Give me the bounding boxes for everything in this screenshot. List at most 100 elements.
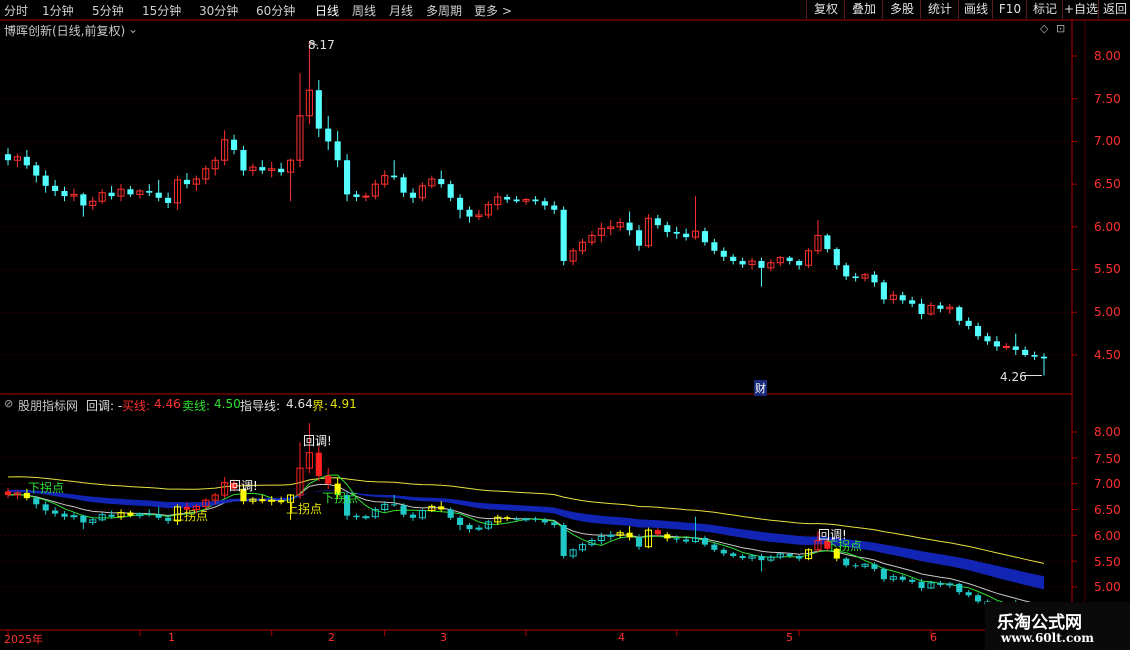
period-tab-daily[interactable]: 日线 xyxy=(315,2,339,19)
candle-body xyxy=(814,234,822,252)
candle-body xyxy=(353,515,360,518)
diamond-icon[interactable]: ◇ xyxy=(1040,22,1048,35)
down-turn-annotation: 下拐点 xyxy=(322,491,359,505)
candle-body xyxy=(165,197,172,203)
window-icon[interactable]: ⊡ xyxy=(1056,22,1065,35)
period-tab-multi[interactable]: 多周期 xyxy=(426,2,462,19)
period-tab-more[interactable]: 更多 > xyxy=(474,2,512,19)
candle-body xyxy=(711,242,718,251)
candle-body xyxy=(438,506,445,510)
candle-body xyxy=(202,168,210,180)
candle-body xyxy=(522,199,530,202)
candle-body xyxy=(683,233,690,238)
multi-stock-button[interactable]: 多股 xyxy=(882,0,921,19)
draw-line-button[interactable]: 画线 xyxy=(958,0,993,19)
candle-body xyxy=(1002,345,1010,348)
candle-body xyxy=(33,498,40,505)
candle-body xyxy=(560,209,567,262)
candle-body xyxy=(578,241,587,252)
candle-body xyxy=(889,576,897,580)
period-tab-monthly[interactable]: 月线 xyxy=(389,2,413,19)
candle-body xyxy=(937,582,944,585)
candle-body xyxy=(664,534,671,539)
x-tick-month: 2 xyxy=(328,631,335,644)
candle-body xyxy=(993,341,1000,347)
sell-line xyxy=(7,474,1045,613)
candle-body xyxy=(173,179,182,204)
candle-body xyxy=(956,307,963,321)
candle-body xyxy=(1012,346,1019,350)
candle-body xyxy=(909,579,916,582)
candle-body xyxy=(221,482,229,496)
candle-body xyxy=(381,175,389,185)
candle-body xyxy=(447,184,454,198)
candle-body xyxy=(804,250,813,266)
candle-body xyxy=(165,517,172,521)
period-tab-weekly[interactable]: 周线 xyxy=(352,2,376,19)
period-tab-60min[interactable]: 60分钟 xyxy=(256,2,295,19)
statistics-button[interactable]: 统计 xyxy=(920,0,959,19)
kline-chart[interactable] xyxy=(0,0,1130,650)
candle-body xyxy=(127,512,134,516)
period-tab-timeshare[interactable]: 分时 xyxy=(4,2,28,19)
candle-body xyxy=(720,250,727,257)
candle-body xyxy=(484,521,492,529)
candle-body xyxy=(918,581,925,589)
overlay-button[interactable]: 叠加 xyxy=(844,0,883,19)
add-watchlist-button[interactable]: +自选 xyxy=(1062,0,1099,19)
candle-body xyxy=(626,222,633,231)
candle-body xyxy=(494,516,502,523)
candle-body xyxy=(192,178,200,185)
candle-body xyxy=(428,178,436,187)
candle-body xyxy=(61,513,68,517)
back-button[interactable]: 返回 xyxy=(1098,0,1130,19)
adjust-button[interactable]: 复权 xyxy=(806,0,845,19)
candle-body xyxy=(155,192,162,198)
main-chart-title: 博晖创新(日线,前复权) xyxy=(4,24,126,38)
indicator-bound-value: 4.91 xyxy=(330,397,357,411)
candle-body xyxy=(644,529,652,548)
f10-button[interactable]: F10 xyxy=(992,0,1027,19)
candle-body xyxy=(541,519,548,523)
mark-button[interactable]: 标记 xyxy=(1026,0,1063,19)
candle-body xyxy=(278,500,285,503)
indicator-name[interactable]: 股朋指标网 xyxy=(18,397,78,414)
candle-body xyxy=(268,168,276,171)
indicator-sell-label: 卖线: xyxy=(182,399,211,413)
candle-body xyxy=(918,303,925,314)
candle-body xyxy=(221,139,229,161)
candle-body xyxy=(654,530,661,535)
period-tab-5min[interactable]: 5分钟 xyxy=(92,2,124,19)
candle-body xyxy=(362,195,370,198)
period-tab-30min[interactable]: 30分钟 xyxy=(199,2,238,19)
candle-body xyxy=(965,320,972,326)
up-turn-annotation: 上拐点 xyxy=(172,509,209,523)
period-tab-1min[interactable]: 1分钟 xyxy=(42,2,74,19)
x-tick-month: 6 xyxy=(930,631,937,644)
down-turn-annotation: 下拐点 xyxy=(826,539,863,553)
candle-body xyxy=(249,498,257,502)
candle-body xyxy=(975,595,982,602)
candle-body xyxy=(494,196,502,206)
candle-body xyxy=(1040,356,1048,359)
candle-body xyxy=(852,276,859,279)
indicator-sell-value: 4.50 xyxy=(214,397,241,411)
candle-body xyxy=(833,249,840,266)
title-dropdown-icon[interactable]: ⌄ xyxy=(128,22,138,36)
finance-marker[interactable]: 财 xyxy=(754,380,767,396)
y-tick-main: 6.00 xyxy=(1094,220,1121,234)
candle-body xyxy=(767,262,775,269)
indicator-candles xyxy=(4,423,1048,626)
candle-body xyxy=(400,177,407,193)
candle-body xyxy=(484,204,492,216)
candle-body xyxy=(117,188,125,197)
candle-body xyxy=(522,518,530,521)
candle-body xyxy=(786,553,793,556)
candle-body xyxy=(447,509,454,518)
candle-body xyxy=(98,514,106,521)
candle-body xyxy=(673,538,680,540)
candle-body xyxy=(776,553,784,558)
bound-line xyxy=(7,476,1045,564)
period-tab-15min[interactable]: 15分钟 xyxy=(142,2,181,19)
indicator-menu-icon[interactable]: ⊘ xyxy=(4,397,13,410)
